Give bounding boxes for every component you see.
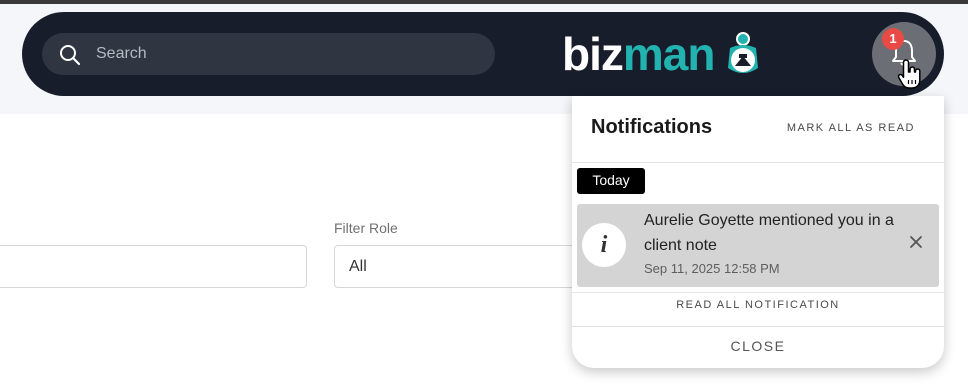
info-icon: i: [582, 223, 626, 267]
read-all-notifications-button[interactable]: READ ALL NOTIFICATION: [572, 293, 944, 325]
notification-message: Aurelie Goyette mentioned you in a clien…: [644, 212, 894, 254]
search-bar[interactable]: [42, 33, 495, 75]
logo-text-man: man: [622, 28, 716, 80]
filter-role-select[interactable]: All: [334, 245, 574, 288]
dismiss-notification-icon[interactable]: [908, 234, 924, 250]
notification-timestamp: Sep 11, 2025 12:58 PM: [644, 261, 780, 276]
filter-role-label: Filter Role: [334, 220, 398, 236]
notifications-title: Notifications: [591, 116, 713, 138]
mark-all-read-button[interactable]: MARK ALL AS READ: [787, 122, 915, 134]
logo-text-biz: biz: [562, 28, 624, 80]
divider: [572, 162, 944, 163]
notification-item[interactable]: i Aurelie Goyette mentioned you in a cli…: [577, 204, 939, 287]
search-icon: [60, 45, 81, 66]
hand-cursor-icon: [897, 59, 921, 89]
logo-wordmark: bizman: [562, 28, 716, 80]
search-field[interactable]: [0, 245, 307, 288]
logo-mascot-icon: [728, 32, 758, 73]
close-button[interactable]: CLOSE: [572, 327, 944, 368]
bizman-logo[interactable]: bizman: [562, 28, 764, 80]
today-group-label: Today: [577, 168, 645, 194]
search-input[interactable]: [96, 33, 476, 75]
notifications-dropdown: Notifications MARK ALL AS READ Today i A…: [572, 96, 944, 368]
notification-count-badge: 1: [882, 28, 904, 50]
top-navbar: bizman: [22, 12, 944, 96]
